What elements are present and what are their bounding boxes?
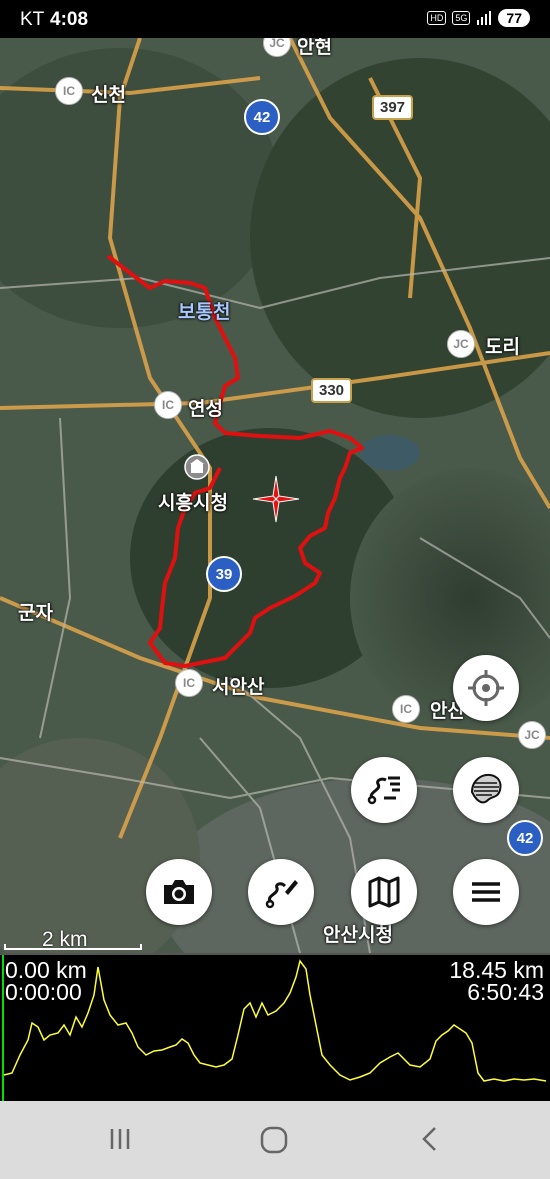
signal-icon (477, 11, 492, 25)
camera-button[interactable] (146, 859, 212, 925)
android-navigation-bar (0, 1101, 550, 1179)
ic-marker: IC (55, 77, 83, 105)
gps-locate-button[interactable] (453, 655, 519, 721)
battery-icon: 77 (498, 9, 530, 27)
network-5g-icon: 5G (452, 11, 471, 25)
system-icons: HD 5G 77 (427, 9, 530, 27)
ic-marker: IC (392, 695, 420, 723)
map-center-crosshair-icon (252, 475, 300, 523)
clock: 4:08 (50, 9, 89, 30)
scale-line (4, 944, 142, 950)
route-badge-330: 330 (311, 378, 353, 403)
place-label-yeonseong: 연성 (188, 399, 223, 420)
place-label-dori: 도리 (485, 337, 520, 358)
layers-icon (470, 773, 502, 804)
ic-marker: IC (175, 669, 203, 697)
highway-badge-42: 42 (244, 99, 280, 135)
hamburger-menu-icon (472, 882, 500, 902)
ic-marker: IC (154, 391, 182, 419)
highway-badge-42: 42 (507, 820, 543, 856)
route-edit-icon (265, 880, 298, 909)
place-label-botongcheon: 보통천 (178, 302, 231, 323)
start-time: 0:00:00 (5, 979, 82, 1005)
route-badge-397: 397 (372, 95, 414, 120)
place-label-siheung-cityhall: 시흥시청 (158, 493, 228, 514)
highway-badge-39: 39 (206, 556, 242, 592)
recent-apps-icon[interactable] (106, 1125, 134, 1153)
place-label-seoansan: 서안산 (212, 677, 265, 698)
hd-icon: HD (427, 11, 447, 25)
back-icon[interactable] (416, 1125, 444, 1153)
total-time: 6:50:43 (467, 979, 544, 1005)
place-label-sincheon: 신천 (91, 85, 126, 106)
map-select-button[interactable] (351, 859, 417, 925)
jc-marker: JC (447, 330, 475, 358)
map-scale-bar: 2 km (4, 928, 142, 952)
menu-button[interactable] (453, 859, 519, 925)
camera-icon (164, 880, 194, 904)
crosshair-gps-icon (468, 670, 504, 706)
carrier-label: KT (20, 9, 45, 30)
draw-route-button[interactable] (248, 859, 314, 925)
route-list-icon (367, 776, 400, 805)
map-layer-button[interactable] (453, 757, 519, 823)
place-label-gunja: 군자 (18, 603, 53, 624)
status-bar: KT 4:08 HD 5G 77 (0, 0, 550, 38)
track-list-button[interactable] (351, 757, 417, 823)
elevation-profile[interactable]: 0.00 km 0:00:00 18.45 km 6:50:43 (0, 953, 550, 1103)
place-label-anhyeon: 안현 (297, 38, 332, 58)
map-icon (368, 876, 400, 908)
jc-marker: JC (518, 721, 546, 749)
home-icon[interactable] (259, 1125, 289, 1155)
cityhall-icon (184, 454, 210, 480)
map-view[interactable]: 신천 안현 보통천 연성 시흥시청 군자 서안산 도리 안산 안산시청 IC J… (0, 38, 550, 953)
